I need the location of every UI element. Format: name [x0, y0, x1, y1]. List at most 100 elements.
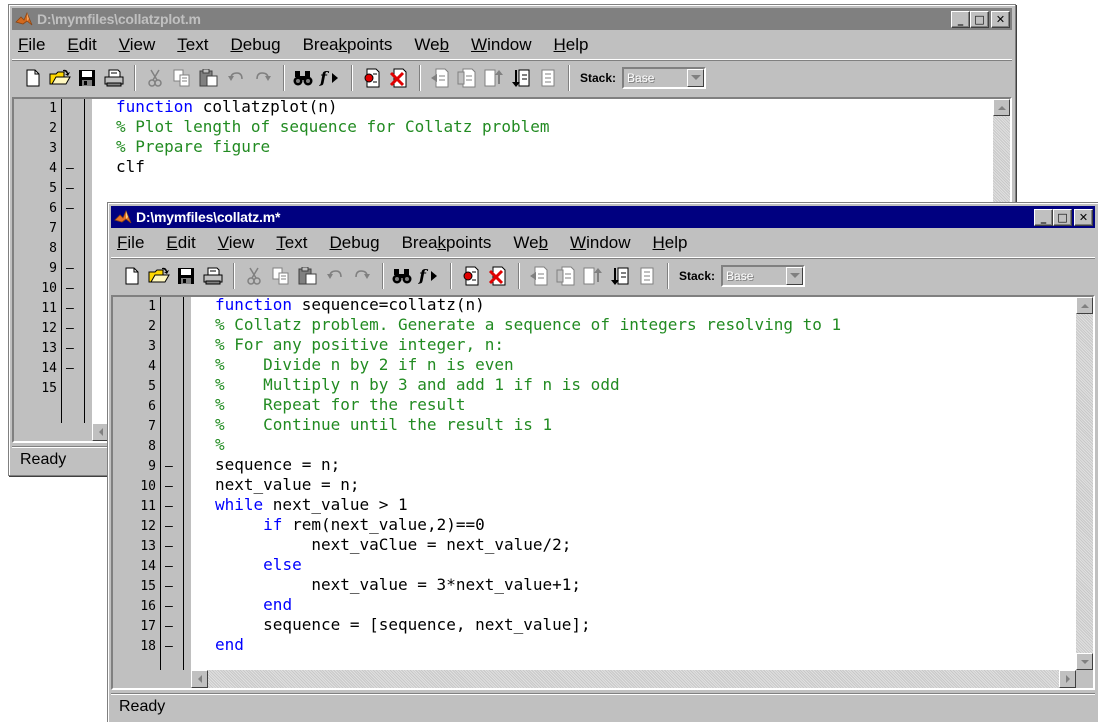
- new-file-button[interactable]: [119, 263, 145, 289]
- copy-button[interactable]: [169, 65, 195, 91]
- code-line[interactable]: % Collatz problem. Generate a sequence o…: [215, 315, 841, 335]
- breakpoint-marker[interactable]: [160, 399, 184, 419]
- open-folder-button[interactable]: [146, 263, 172, 289]
- title-bar[interactable]: D:\mymfiles\collatzplot.m _ □ ✕: [12, 8, 1012, 30]
- breakpoint-marker[interactable]: –: [160, 479, 184, 499]
- paste-button[interactable]: [196, 65, 222, 91]
- menu-web[interactable]: Web: [412, 35, 451, 55]
- code-line[interactable]: sequence = n;: [215, 455, 340, 475]
- code-line[interactable]: % Prepare figure: [116, 137, 270, 157]
- breakpoint-marker[interactable]: [160, 379, 184, 399]
- continue-button[interactable]: [607, 263, 633, 289]
- code-line[interactable]: next_value = 3*next_value+1;: [215, 575, 581, 595]
- breakpoint-marker[interactable]: –: [61, 301, 85, 321]
- breakpoint-marker[interactable]: [61, 101, 85, 121]
- breakpoint-marker[interactable]: –: [61, 181, 85, 201]
- breakpoint-marker[interactable]: [61, 241, 85, 261]
- scroll-down-button[interactable]: [1076, 653, 1093, 670]
- menu-breakpoints[interactable]: Breakpoints: [400, 233, 494, 253]
- menu-file[interactable]: File: [115, 233, 146, 253]
- menu-debug[interactable]: Debug: [327, 233, 381, 253]
- code-area[interactable]: function sequence=collatz(n)% Collatz pr…: [191, 295, 1076, 670]
- code-line[interactable]: % Continue until the result is 1: [215, 415, 552, 435]
- breakpoint-marker[interactable]: [61, 141, 85, 161]
- step-out-button[interactable]: [481, 65, 507, 91]
- maximize-button[interactable]: □: [1053, 208, 1072, 226]
- breakpoint-marker[interactable]: –: [61, 341, 85, 361]
- breakpoint-marker[interactable]: [160, 319, 184, 339]
- exit-debug-button[interactable]: [634, 263, 660, 289]
- code-line[interactable]: % Repeat for the result: [215, 395, 465, 415]
- breakpoint-marker[interactable]: –: [160, 639, 184, 659]
- clear-breakpoints-button[interactable]: [386, 65, 412, 91]
- exit-debug-button[interactable]: [535, 65, 561, 91]
- dropdown-arrow-button[interactable]: [687, 68, 705, 87]
- breakpoint-marker[interactable]: [61, 381, 85, 401]
- step-out-button[interactable]: [580, 263, 606, 289]
- menu-debug[interactable]: Debug: [228, 35, 282, 55]
- find-button[interactable]: [390, 263, 416, 289]
- breakpoint-marker[interactable]: –: [160, 519, 184, 539]
- code-line[interactable]: %: [215, 435, 225, 455]
- code-line[interactable]: end: [215, 635, 244, 655]
- step-in-button[interactable]: [553, 263, 579, 289]
- code-line[interactable]: % Plot length of sequence for Collatz pr…: [116, 117, 549, 137]
- breakpoint-marker[interactable]: –: [160, 559, 184, 579]
- code-line[interactable]: function sequence=collatz(n): [215, 295, 485, 315]
- menu-breakpoints[interactable]: Breakpoints: [301, 35, 395, 55]
- close-button[interactable]: ✕: [1074, 208, 1093, 226]
- breakpoint-marker[interactable]: –: [61, 361, 85, 381]
- scroll-up-button[interactable]: [1076, 297, 1093, 314]
- save-button[interactable]: [173, 263, 199, 289]
- menu-edit[interactable]: Edit: [65, 35, 98, 55]
- breakpoint-marker[interactable]: [160, 359, 184, 379]
- menu-text[interactable]: Text: [175, 35, 210, 55]
- function-browser-button[interactable]: f: [417, 263, 443, 289]
- find-button[interactable]: [291, 65, 317, 91]
- breakpoint-marker[interactable]: –: [160, 459, 184, 479]
- menu-text[interactable]: Text: [274, 233, 309, 253]
- dropdown-arrow-button[interactable]: [786, 266, 804, 285]
- breakpoint-marker[interactable]: –: [61, 321, 85, 341]
- print-button[interactable]: [101, 65, 127, 91]
- continue-button[interactable]: [508, 65, 534, 91]
- code-line[interactable]: % Multiply n by 3 and add 1 if n is odd: [215, 375, 620, 395]
- menu-web[interactable]: Web: [511, 233, 550, 253]
- stack-dropdown[interactable]: Base: [721, 264, 806, 287]
- code-line[interactable]: next_vaClue = next_value/2;: [215, 535, 571, 555]
- code-line[interactable]: else: [215, 555, 302, 575]
- print-button[interactable]: [200, 263, 226, 289]
- set-breakpoint-button[interactable]: [359, 65, 385, 91]
- breakpoint-marker[interactable]: –: [160, 599, 184, 619]
- copy-button[interactable]: [268, 263, 294, 289]
- breakpoint-marker[interactable]: [61, 121, 85, 141]
- menu-window[interactable]: Window: [469, 35, 533, 55]
- menu-window[interactable]: Window: [568, 233, 632, 253]
- scroll-up-button[interactable]: [993, 99, 1010, 116]
- redo-button[interactable]: [250, 65, 276, 91]
- new-file-button[interactable]: [20, 65, 46, 91]
- function-browser-button[interactable]: f: [318, 65, 344, 91]
- code-line[interactable]: sequence = [sequence, next_value];: [215, 615, 591, 635]
- minimize-button[interactable]: _: [951, 10, 970, 28]
- breakpoint-marker[interactable]: –: [61, 281, 85, 301]
- code-line[interactable]: next_value = n;: [215, 475, 360, 495]
- breakpoint-marker[interactable]: [160, 339, 184, 359]
- code-line[interactable]: while next_value > 1: [215, 495, 408, 515]
- code-line[interactable]: end: [215, 595, 292, 615]
- code-line[interactable]: if rem(next_value,2)==0: [215, 515, 485, 535]
- step-button[interactable]: [526, 263, 552, 289]
- breakpoint-marker[interactable]: –: [160, 619, 184, 639]
- undo-button[interactable]: [322, 263, 348, 289]
- set-breakpoint-button[interactable]: [458, 263, 484, 289]
- breakpoint-marker[interactable]: –: [160, 539, 184, 559]
- open-folder-button[interactable]: [47, 65, 73, 91]
- menu-help[interactable]: Help: [651, 233, 690, 253]
- breakpoint-marker[interactable]: –: [61, 161, 85, 181]
- breakpoint-marker[interactable]: [160, 419, 184, 439]
- stack-dropdown[interactable]: Base: [622, 66, 707, 89]
- redo-button[interactable]: [349, 263, 375, 289]
- clear-breakpoints-button[interactable]: [485, 263, 511, 289]
- title-bar[interactable]: D:\mymfiles\collatz.m* _ □ ✕: [111, 206, 1095, 228]
- maximize-button[interactable]: □: [970, 10, 989, 28]
